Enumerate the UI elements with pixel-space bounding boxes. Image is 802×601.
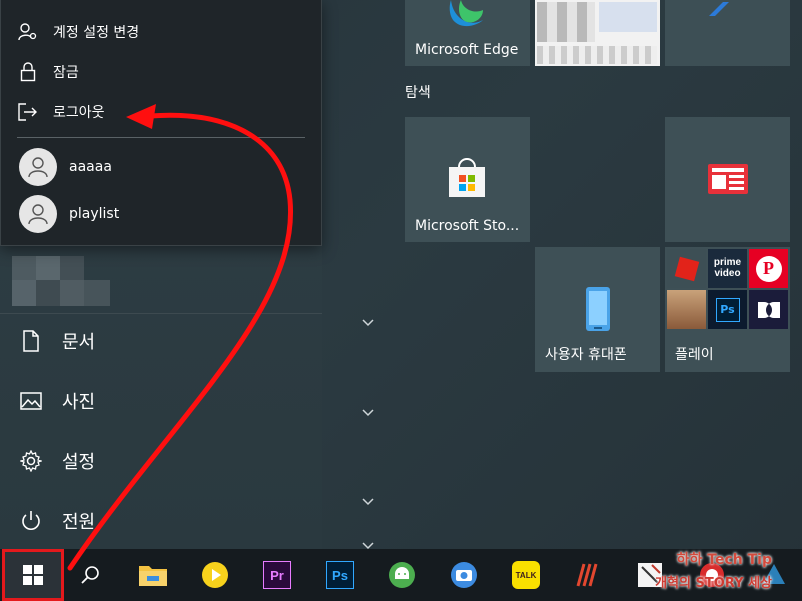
avatar	[19, 195, 57, 233]
user-name: playlist	[69, 206, 120, 222]
news-icon	[708, 164, 748, 194]
chevron-down-icon[interactable]	[360, 318, 376, 328]
change-account-settings-item[interactable]: 계정 설정 변경	[1, 13, 321, 51]
photoshop-icon: Ps	[326, 561, 354, 589]
your-phone-tile[interactable]: 사용자 휴대폰	[535, 247, 660, 372]
person-icon	[28, 204, 48, 225]
watermark-line1: 하하 Tech Tip	[676, 552, 772, 568]
game-mini-tile	[667, 290, 706, 329]
ps-express-icon: Ps	[715, 297, 740, 322]
ps-express-mini-tile: Ps	[708, 290, 747, 329]
person-icon	[28, 157, 48, 178]
phone-icon	[586, 287, 610, 331]
document-icon	[0, 330, 62, 352]
sign-out-item[interactable]: 로그아웃	[1, 93, 321, 131]
user-name: aaaaa	[69, 159, 112, 175]
avatar	[19, 148, 57, 186]
group-title-explore: 탐색	[405, 85, 431, 101]
sign-out-icon	[1, 103, 53, 121]
store-tile-label: Microsoft Sto...	[415, 218, 520, 234]
rail-item-pictures-label: 사진	[62, 392, 96, 413]
news-thumbnail-tile[interactable]	[535, 0, 660, 66]
prime-text: prime	[713, 257, 742, 268]
play-tile-label: 플레이	[675, 347, 714, 363]
edge-tile[interactable]: Microsoft Edge	[405, 0, 530, 66]
app-icon	[709, 2, 729, 16]
rail-item-settings[interactable]: 설정	[0, 433, 322, 489]
blurred-thumb-2	[599, 2, 657, 32]
blurred-thumb-3	[537, 46, 657, 64]
lock-icon	[1, 62, 53, 82]
kakaotalk-button[interactable]: TALK	[510, 559, 542, 591]
start-button[interactable]	[2, 549, 64, 601]
chevron-down-icon[interactable]	[360, 497, 376, 507]
partial-tile-right[interactable]	[665, 0, 790, 66]
file-explorer-button[interactable]	[137, 559, 169, 591]
lock-label: 잠금	[53, 65, 79, 81]
windows-icon	[23, 565, 43, 585]
pinterest-icon: P	[755, 255, 782, 282]
chevron-down-icon[interactable]	[360, 408, 376, 418]
roblox-mini-tile	[667, 249, 706, 288]
premiere-icon: Pr	[263, 561, 291, 589]
roblox-icon	[674, 256, 699, 281]
stripe-app-button[interactable]	[572, 559, 604, 591]
profile-blurred[interactable]	[12, 256, 112, 308]
search-button[interactable]	[74, 559, 106, 591]
change-account-settings-label: 계정 설정 변경	[53, 25, 140, 41]
user-settings-icon	[1, 23, 53, 41]
account-menu-divider	[17, 137, 305, 138]
rail-item-power[interactable]: 전원	[0, 493, 322, 549]
user-item-aaaaa[interactable]: aaaaa	[1, 144, 321, 190]
news-tile[interactable]	[665, 117, 790, 242]
folder-icon	[139, 566, 167, 586]
blurred-thumb	[537, 2, 595, 42]
edge-icon	[449, 0, 483, 27]
sign-out-label: 로그아웃	[53, 105, 105, 121]
premiere-pro-button[interactable]: Pr	[261, 559, 293, 591]
android-app-button[interactable]	[386, 559, 418, 591]
play-circle-icon	[202, 562, 228, 588]
stripes-icon	[576, 563, 598, 587]
watermark: 하하 Tech Tip 개혁의 STORY 세상	[655, 549, 772, 591]
android-icon	[389, 562, 415, 588]
photoshop-button[interactable]: Ps	[324, 559, 356, 591]
search-icon	[81, 566, 99, 584]
account-menu: 계정 설정 변경 잠금 로그아웃 aaaaa playlist	[0, 0, 322, 246]
user-item-playlist[interactable]: playlist	[1, 191, 321, 237]
dolby-icon	[757, 301, 780, 318]
pinterest-mini-tile: P	[749, 249, 788, 288]
rail-item-documents[interactable]: 문서	[0, 313, 322, 369]
kakaotalk-icon: TALK	[512, 561, 540, 589]
rail-item-documents-label: 문서	[62, 332, 96, 353]
rail-item-settings-label: 설정	[62, 452, 96, 473]
camera-icon	[451, 562, 477, 588]
store-tile[interactable]: Microsoft Sto...	[405, 117, 530, 242]
lock-item[interactable]: 잠금	[1, 53, 321, 91]
picture-icon	[0, 392, 62, 410]
video-text: video	[714, 268, 741, 279]
watermark-line2: 개혁의 STORY 세상	[655, 576, 772, 591]
gear-icon	[0, 450, 62, 472]
power-icon	[0, 510, 62, 532]
store-icon	[449, 158, 485, 197]
camera-app-button[interactable]	[448, 559, 480, 591]
prime-video-mini-tile: prime video	[708, 249, 747, 288]
dolby-mini-tile	[749, 290, 788, 329]
rail-item-power-label: 전원	[62, 512, 96, 533]
your-phone-label: 사용자 휴대폰	[545, 347, 627, 363]
media-player-button[interactable]	[199, 559, 231, 591]
play-tile[interactable]: prime video P Ps 플레이	[665, 247, 790, 372]
edge-tile-label: Microsoft Edge	[415, 42, 519, 58]
rail-item-pictures[interactable]: 사진	[0, 373, 322, 429]
